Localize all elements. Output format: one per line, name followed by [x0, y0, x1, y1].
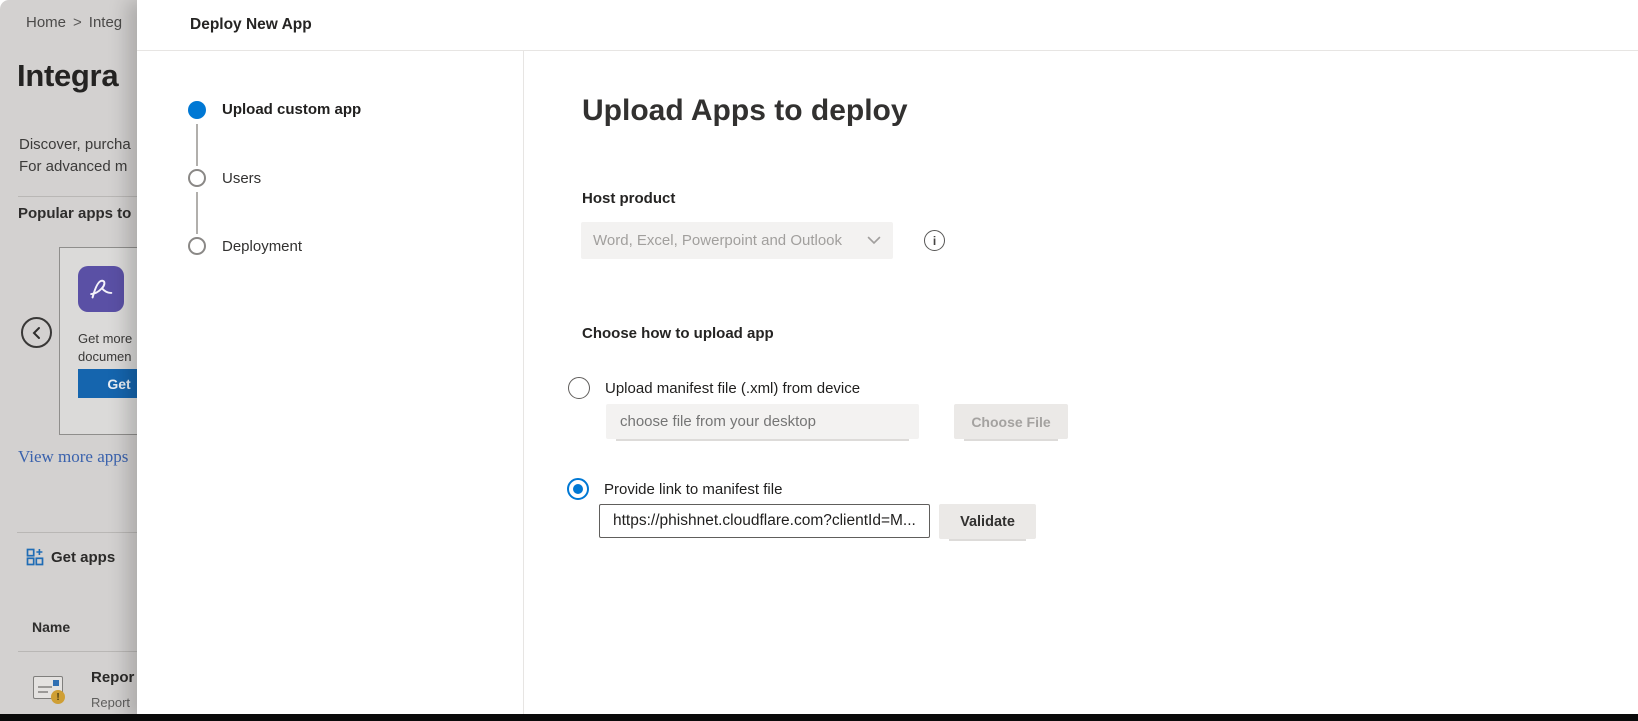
host-product-dropdown[interactable]: Word, Excel, Powerpoint and Outlook	[581, 222, 893, 259]
radio-upload-manifest-file[interactable]	[568, 377, 590, 399]
radio-upload-manifest-file-label[interactable]: Upload manifest file (.xml) from device	[605, 380, 860, 397]
step-deployment-label[interactable]: Deployment	[222, 238, 302, 255]
deploy-new-app-panel: Deploy New App Upload custom app Users D…	[137, 0, 1638, 721]
stepper-connector	[196, 192, 198, 234]
get-apps-label: Get apps	[51, 549, 115, 566]
divider	[17, 532, 137, 533]
breadcrumb-current: Integ	[89, 14, 122, 31]
host-product-label: Host product	[582, 190, 675, 207]
chevron-left-icon	[30, 326, 44, 340]
panel-title: Deploy New App	[190, 16, 312, 34]
chevron-down-icon	[867, 236, 881, 245]
divider	[137, 50, 1638, 51]
divider	[18, 651, 137, 652]
breadcrumb-separator: >	[73, 14, 82, 31]
breadcrumb-home-link[interactable]: Home	[26, 14, 66, 31]
manifest-link-input[interactable]	[599, 504, 930, 538]
get-apps-grid-icon	[26, 548, 45, 567]
adobe-acrobat-icon	[78, 266, 124, 312]
row-app-title: Repor	[91, 669, 134, 686]
page-description-line2: For advanced m	[19, 158, 127, 175]
window-bottom-edge	[0, 714, 1638, 721]
step-upload-custom-app-label[interactable]: Upload custom app	[222, 101, 361, 118]
page-title: Integra	[17, 58, 118, 94]
step-upload-custom-app-indicator[interactable]	[188, 101, 206, 119]
validate-button[interactable]: Validate	[939, 504, 1036, 539]
divider	[18, 196, 137, 197]
choose-file-button[interactable]: Choose File	[954, 404, 1068, 439]
card-text-line1: Get more	[78, 331, 132, 346]
host-product-value: Word, Excel, Powerpoint and Outlook	[593, 232, 867, 249]
info-icon[interactable]: i	[924, 230, 945, 251]
divider	[523, 51, 524, 715]
step-users-label[interactable]: Users	[222, 170, 261, 187]
choose-upload-method-label: Choose how to upload app	[582, 325, 774, 342]
get-apps-button[interactable]: Get apps	[26, 548, 115, 567]
radio-provide-link[interactable]	[567, 478, 589, 500]
breadcrumb: Home > Integ	[26, 14, 122, 31]
warning-badge-icon: !	[51, 690, 65, 704]
manifest-file-input[interactable]	[606, 404, 919, 439]
radio-provide-link-label[interactable]: Provide link to manifest file	[604, 481, 782, 498]
stepper-connector	[196, 124, 198, 166]
get-app-button[interactable]: Get	[78, 369, 137, 398]
carousel-previous-button[interactable]	[21, 317, 52, 348]
content-heading: Upload Apps to deploy	[582, 94, 908, 128]
row-app-subtitle: Report	[91, 695, 130, 710]
card-text-line2: documen	[78, 349, 131, 364]
step-users-indicator[interactable]	[188, 169, 206, 187]
background-page: Home > Integ Integra Discover, purcha For …	[0, 0, 137, 721]
table-column-header-name[interactable]: Name	[32, 619, 70, 635]
popular-apps-heading: Popular apps to	[18, 205, 131, 222]
page-description-line1: Discover, purcha	[19, 136, 131, 153]
step-deployment-indicator[interactable]	[188, 237, 206, 255]
view-more-apps-link[interactable]: View more apps	[18, 447, 128, 467]
